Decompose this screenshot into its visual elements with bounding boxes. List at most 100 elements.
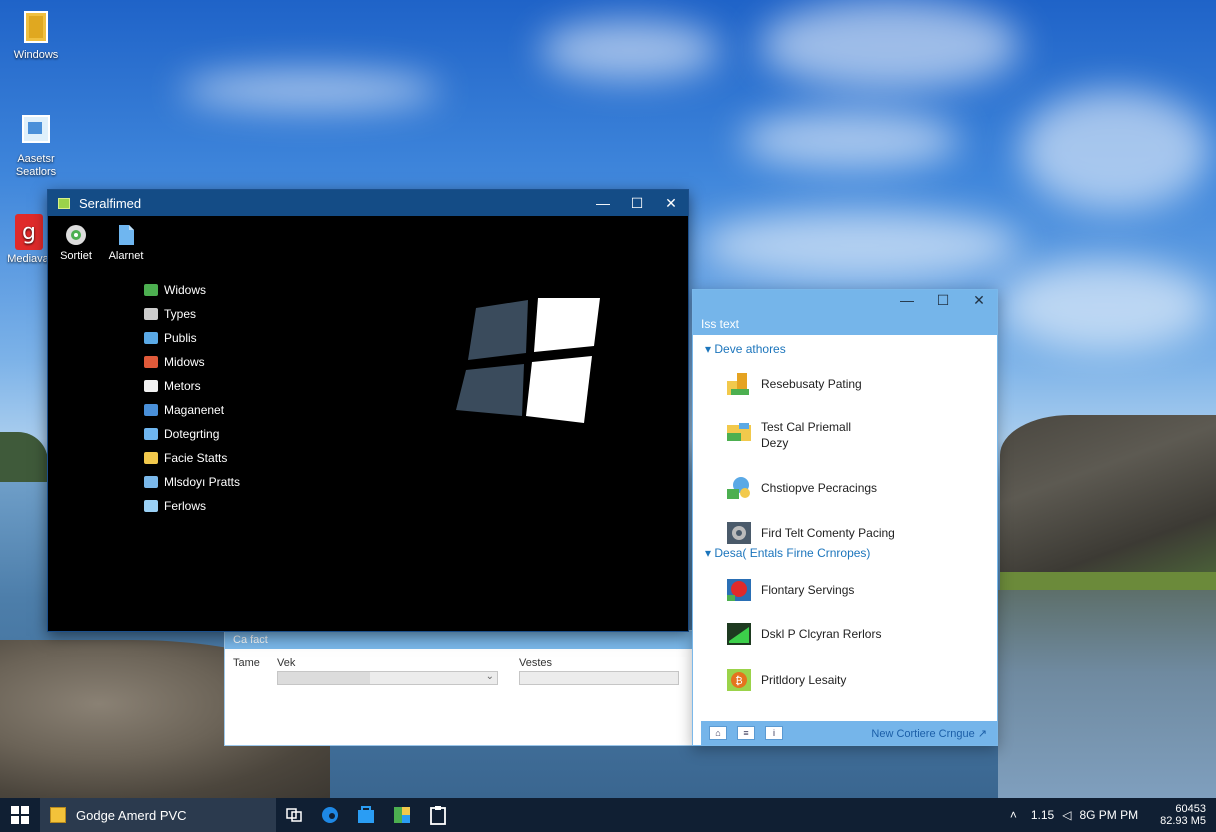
menu-item-icon: [144, 380, 158, 392]
window-title: Seralfimed: [79, 195, 142, 211]
menu-item[interactable]: Mlsdoyı Pratts: [144, 470, 240, 494]
menu-item[interactable]: Widows: [144, 278, 240, 302]
start-button[interactable]: [0, 806, 40, 824]
taskbar-store[interactable]: [348, 798, 384, 832]
close-button[interactable]: ✕: [961, 292, 997, 309]
windows-logo-icon: [456, 298, 600, 423]
list-item-sublabel: Dezy: [761, 436, 789, 450]
taskbar-app-clipboard[interactable]: [420, 798, 456, 832]
list-item[interactable]: Fird Telt Comenty Pacing: [725, 520, 895, 546]
svg-text:₿: ₿: [735, 675, 742, 687]
ventes-input[interactable]: [519, 671, 679, 685]
maximize-button[interactable]: ☐: [620, 195, 654, 212]
menu-item[interactable]: Midows: [144, 350, 240, 374]
top-icon-label: Alarnet: [108, 250, 144, 262]
menu-item-icon: [144, 356, 158, 368]
menu-item-label: Metors: [164, 379, 201, 393]
list-item[interactable]: Resebusaty Pating: [725, 371, 862, 397]
edge-browser-icon: [322, 807, 338, 823]
menu-item[interactable]: Facie Statts: [144, 446, 240, 470]
folder-icon: [24, 11, 48, 43]
list-item[interactable]: Flontary Servings: [725, 577, 854, 603]
list-item-label: Flontary Servings: [761, 583, 855, 597]
maximize-button[interactable]: ☐: [925, 292, 961, 309]
window-titlebar[interactable]: — ☐ ✕ Iss text: [693, 290, 997, 335]
network-globe-icon: [727, 477, 750, 499]
menu-item[interactable]: Ferlows: [144, 494, 240, 518]
computer-icon: [22, 115, 50, 143]
list-item-label: Resebusaty Pating: [761, 377, 862, 391]
veh-dropdown[interactable]: ⌄: [277, 671, 498, 685]
minimize-button[interactable]: —: [586, 195, 620, 211]
svg-text:g: g: [22, 220, 36, 245]
settings-dialog-window[interactable]: Ca fact Tame Vek ⌄ Vestes: [224, 630, 696, 746]
menu-item-label: Dotegrting: [164, 427, 220, 441]
desktop-icon-computer[interactable]: Aasetsr Seatlors: [0, 112, 72, 179]
top-icon-sortiet[interactable]: Sortiet: [56, 224, 96, 262]
taskbar-app-active[interactable]: Godge Amerd PVC: [40, 798, 276, 832]
home-button[interactable]: ⌂: [709, 726, 727, 740]
menu-item[interactable]: Maganenet: [144, 398, 240, 422]
section-header-2[interactable]: ▾ Desa( Entals Firne Crnropes): [705, 546, 870, 560]
minimize-button[interactable]: —: [889, 292, 925, 309]
chevron-up-icon[interactable]: ˄: [1010, 808, 1017, 822]
list-item[interactable]: Test Cal Priemall Dezy: [725, 419, 851, 451]
menu-item-icon: [144, 284, 158, 296]
info-button[interactable]: i: [765, 726, 783, 740]
store-icon: [358, 806, 374, 823]
top-icon-alarnet[interactable]: Alarnet: [106, 224, 146, 262]
menu-item[interactable]: Types: [144, 302, 240, 326]
clock-line-1: 60453: [1175, 803, 1206, 815]
list-item[interactable]: Chstiopve Pecracings: [725, 475, 877, 501]
menu-item-icon: [144, 404, 158, 416]
window-title: Iss text: [701, 317, 740, 331]
section-title: Deve athores: [714, 342, 786, 356]
list-view-button[interactable]: ≡: [737, 726, 755, 740]
ventes-label: Vestes: [519, 657, 553, 669]
clock-line-2: 82.93 M5: [1160, 815, 1206, 827]
window-menu-list: Widows Types Publis Midows Metors Magane…: [144, 278, 240, 518]
list-item-label: Pritldory Lesaity: [761, 673, 847, 687]
menu-item-icon: [144, 308, 158, 320]
taskbar: Godge Amerd PVC ˄ 1.15 ◁ 8G PM PM 60453 …: [0, 798, 1216, 832]
desktop-icon-label: Mediava: [7, 253, 49, 265]
menu-item-icon: [144, 476, 158, 488]
top-icon-label: Sortiet: [60, 250, 92, 262]
list-item-label: Test Cal Priemall: [761, 420, 852, 434]
menu-item[interactable]: Publis: [144, 326, 240, 350]
menu-item-label: Publis: [164, 331, 197, 345]
window-titlebar[interactable]: Seralfimed — ☐ ✕: [48, 190, 688, 216]
menu-item-label: Midows: [164, 355, 205, 369]
dark-main-window[interactable]: Seralfimed — ☐ ✕ Sortiet Alarnet Widows …: [47, 189, 689, 632]
clipboard-icon: [430, 806, 446, 825]
dialog-title: Ca fact: [225, 631, 695, 649]
list-item[interactable]: ₿ Pritldory Lesaity: [725, 667, 846, 693]
document-icon: [119, 225, 134, 245]
taskbar-browser[interactable]: [312, 798, 348, 832]
menu-item-label: Widows: [164, 283, 207, 297]
veh-label: Vek: [277, 657, 296, 669]
taskbar-app-green[interactable]: [384, 798, 420, 832]
section-header-1[interactable]: ▾ Deve athores: [705, 342, 786, 356]
close-button[interactable]: ✕: [654, 195, 688, 212]
menu-item-label: Maganenet: [164, 403, 225, 417]
list-item[interactable]: Dskl P Clcyran Rerlors: [725, 621, 881, 647]
menu-item[interactable]: Metors: [144, 374, 240, 398]
menu-item-label: Mlsdoyı Pratts: [164, 475, 241, 489]
menu-item-label: Ferlows: [164, 499, 207, 513]
time-label: Tame: [233, 657, 260, 669]
desktop-icon-label: Windows: [13, 49, 59, 61]
feature-list-window[interactable]: — ☐ ✕ Iss text ▾ Deve athores Resebusaty…: [692, 289, 998, 746]
footer-link[interactable]: New Cortiere Crngue ↗: [871, 727, 987, 740]
menu-item[interactable]: Dotegrting: [144, 422, 240, 446]
volume-icon[interactable]: ◁: [1062, 808, 1071, 822]
task-view-button[interactable]: [276, 798, 312, 832]
cliff-landscape: [1000, 415, 1216, 590]
menu-item-label: Facie Statts: [164, 451, 228, 465]
chevron-down-icon: ⌄: [485, 671, 494, 682]
desktop-icon-label: Aasetsr Seatlors: [15, 153, 57, 178]
tray-time-text: 8G PM PM: [1079, 808, 1139, 822]
desktop-icon-windows[interactable]: Windows: [0, 8, 72, 62]
taskbar-clock[interactable]: 60453 82.93 M5: [1160, 803, 1206, 827]
colorful-app-icon: [394, 807, 410, 823]
